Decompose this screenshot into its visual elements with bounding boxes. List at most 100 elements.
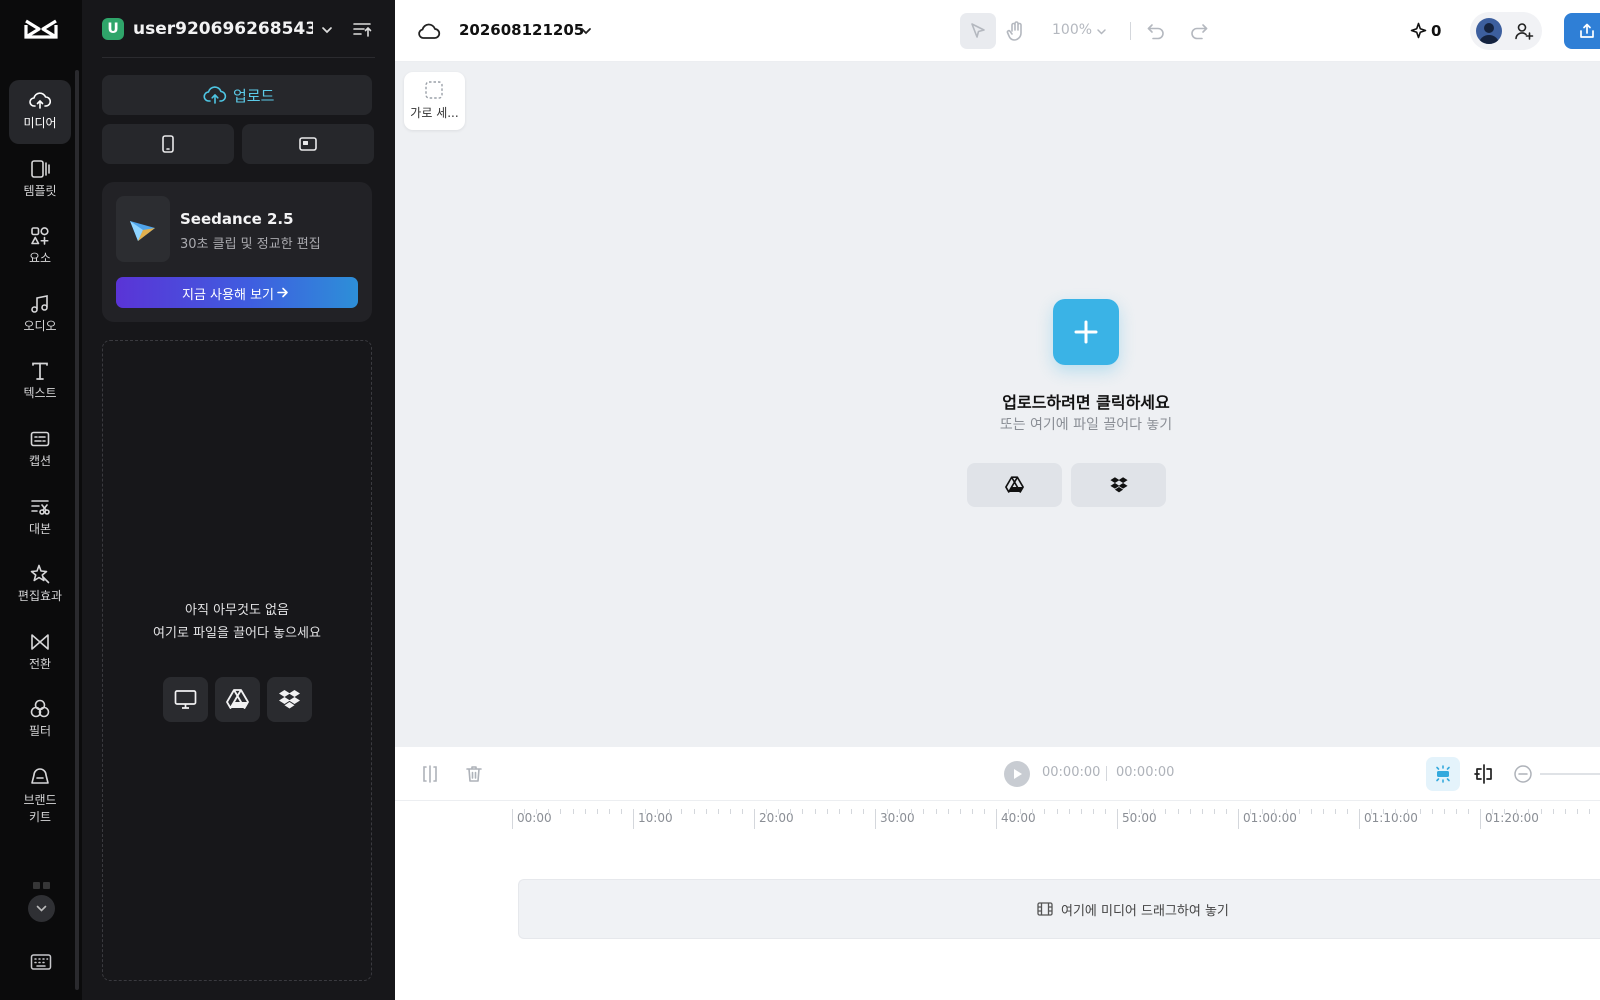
ruler-minor-tick <box>899 809 901 814</box>
upload-label: 업로드 <box>233 87 275 105</box>
zoom-out-icon[interactable] <box>1513 764 1533 784</box>
split-icon[interactable] <box>420 764 440 784</box>
collaborators-group[interactable] <box>1470 12 1542 50</box>
ruler-minor-tick <box>1504 809 1506 814</box>
ruler-minor-tick <box>620 809 622 814</box>
preview-canvas[interactable]: 가로 세... 업로드하려면 클릭하세요 또는 여기에 파일 끌어다 놓기 <box>395 62 1600 747</box>
project-name[interactable]: 202608121205 <box>459 21 584 39</box>
cursor-icon <box>971 23 985 38</box>
ruler-minor-tick <box>1080 809 1082 814</box>
play-button[interactable] <box>1004 761 1030 787</box>
chevron-down-icon <box>322 27 332 34</box>
aspect-ratio-chip[interactable]: 가로 세... <box>404 72 465 130</box>
rail-label: 필터 <box>28 724 52 738</box>
chevron-down-icon[interactable] <box>579 24 593 38</box>
ruler-minor-tick <box>1129 809 1131 814</box>
export-button[interactable] <box>1564 13 1600 49</box>
rail-label: 오디오 <box>23 319 57 333</box>
rail-item-effects[interactable]: 편집효과 <box>9 553 71 617</box>
rail-item-elements[interactable]: 요소 <box>9 215 71 279</box>
add-media-button[interactable] <box>1053 299 1119 365</box>
ruler-minor-tick <box>1250 809 1252 814</box>
ruler-minor-tick <box>657 809 659 814</box>
select-tool-button[interactable] <box>960 13 996 49</box>
zoom-level[interactable]: 100% <box>1052 22 1092 38</box>
ruler-minor-tick <box>693 809 695 814</box>
ruler-minor-tick <box>1274 809 1276 814</box>
record-screen-button[interactable] <box>242 124 374 164</box>
ruler-minor-tick <box>1153 809 1155 814</box>
ruler-minor-tick <box>560 809 562 814</box>
ai-credits[interactable]: 0 <box>1410 21 1450 41</box>
rail-scrollbar[interactable] <box>75 70 79 990</box>
rail-item-audio[interactable]: 오디오 <box>9 283 71 347</box>
credits-count: 0 <box>1431 22 1442 40</box>
hand-tool-icon[interactable] <box>1005 20 1027 42</box>
ruler-minor-tick <box>1516 809 1518 814</box>
rail-item-text[interactable]: 텍스트 <box>9 350 71 414</box>
ruler-minor-tick <box>548 809 550 814</box>
toolbar-separator <box>1130 22 1131 40</box>
capcut-logo-icon[interactable] <box>23 17 59 45</box>
ruler-minor-tick <box>1346 809 1348 814</box>
timeline-zoom-slider[interactable] <box>1540 773 1600 775</box>
ruler-minor-tick <box>1008 809 1010 814</box>
split-align-icon[interactable] <box>1473 763 1495 785</box>
ruler-minor-tick <box>1540 809 1542 814</box>
rail-item-transitions[interactable]: 전환 <box>9 621 71 685</box>
try-now-button[interactable]: 지금 사용해 보기 <box>116 277 358 308</box>
account-switcher[interactable]: U user9206962685431⋯ <box>102 18 382 42</box>
user-avatar[interactable] <box>1476 18 1502 44</box>
upload-from-phone-button[interactable] <box>102 124 234 164</box>
rail-item-media[interactable]: 미디어 <box>9 80 71 144</box>
redo-icon[interactable] <box>1189 21 1209 41</box>
main-track-drop-zone[interactable]: 여기에 미디어 드래그하여 놓기 <box>518 879 1600 939</box>
ruler-minor-tick <box>1431 809 1433 814</box>
ruler-minor-tick <box>778 809 780 814</box>
canvas-google-drive-button[interactable] <box>967 463 1062 507</box>
upload-from-google-drive-button[interactable] <box>215 677 260 722</box>
rail-item-templates[interactable]: 템플릿 <box>9 148 71 212</box>
trash-icon[interactable] <box>464 764 484 784</box>
rail-item-brand-kit[interactable]: 브랜드 키트 <box>9 756 71 842</box>
ruler-minor-tick <box>1189 809 1191 814</box>
ruler-major-tick <box>1480 809 1481 829</box>
upload-from-dropbox-button[interactable] <box>267 677 312 722</box>
rail-expand-button[interactable] <box>28 895 55 922</box>
rail-label: 템플릿 <box>23 184 57 198</box>
ruler-minor-tick <box>1455 809 1457 814</box>
keyboard-shortcuts-icon[interactable] <box>30 952 52 972</box>
rail-item-script[interactable]: 대본 <box>9 486 71 550</box>
ruler-minor-tick <box>1528 809 1530 814</box>
ruler-minor-tick <box>1225 809 1227 814</box>
ruler-minor-tick <box>838 809 840 814</box>
timeline-ruler[interactable]: 00:00 10:00 20:00 30:00 40:00 50:00 01:0… <box>395 801 1600 841</box>
cloud-sync-icon[interactable] <box>417 21 441 41</box>
undo-icon[interactable] <box>1146 21 1166 41</box>
brand-kit-icon <box>31 768 49 784</box>
ruler-minor-tick <box>1492 809 1494 814</box>
ruler-minor-tick <box>669 809 671 814</box>
ruler-minor-tick <box>850 809 852 814</box>
chevron-down-icon[interactable] <box>1096 26 1107 37</box>
media-drop-zone[interactable]: 아직 아무것도 없음 여기로 파일을 끌어다 놓으세요 <box>102 340 372 981</box>
rail-item-filters[interactable]: 필터 <box>9 688 71 752</box>
cloud-upload-icon <box>203 86 227 104</box>
rail-item-captions[interactable]: 캡션 <box>9 418 71 482</box>
ruler-minor-tick <box>1552 809 1554 814</box>
canvas-dropbox-button[interactable] <box>1071 463 1166 507</box>
sort-icon[interactable] <box>352 20 372 38</box>
upload-from-computer-button[interactable] <box>163 677 208 722</box>
ruler-minor-tick <box>862 809 864 814</box>
auto-snap-toggle[interactable] <box>1426 757 1460 791</box>
ruler-minor-tick <box>971 809 973 814</box>
add-user-icon[interactable] <box>1514 21 1534 41</box>
upload-button[interactable]: 업로드 <box>102 75 372 115</box>
grid-icon <box>33 882 50 889</box>
ruler-minor-tick <box>705 809 707 814</box>
film-strip-icon <box>1037 902 1053 916</box>
music-note-icon <box>31 295 48 313</box>
ruler-tick-label: 10:00 <box>638 811 673 825</box>
magnet-track-icon <box>1436 765 1450 783</box>
ruler-tick-label: 30:00 <box>880 811 915 825</box>
